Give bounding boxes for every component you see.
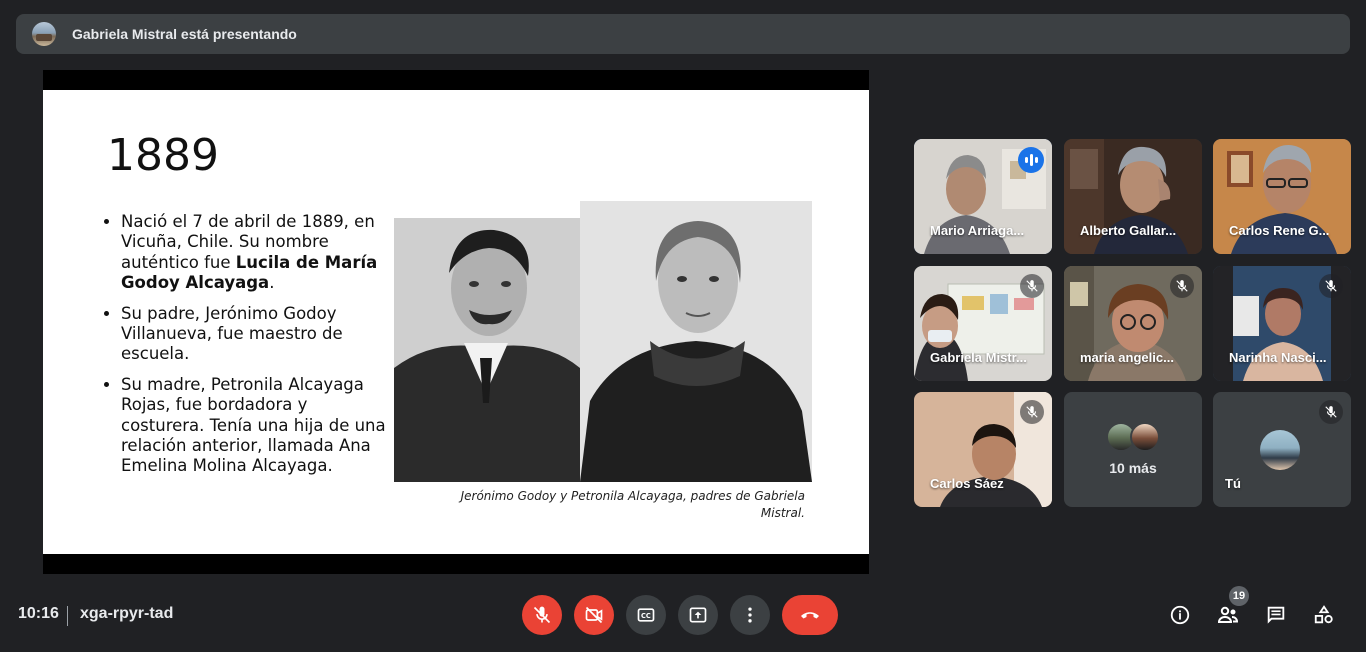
mic-off-icon	[1319, 274, 1343, 298]
info-icon	[1170, 605, 1190, 625]
more-participants-label: 10 más	[1109, 460, 1157, 476]
presenting-banner: Gabriela Mistral está presentando	[16, 14, 1350, 54]
participant-tile-alberto[interactable]: Alberto Gallar...	[1064, 139, 1202, 254]
leave-call-button[interactable]	[782, 595, 838, 635]
participant-name: Carlos Rene G...	[1229, 223, 1330, 238]
participant-tile-mario[interactable]: Mario Arriaga...	[914, 139, 1052, 254]
mic-off-icon	[533, 606, 551, 624]
participant-count-badge: 19	[1229, 586, 1249, 606]
mic-off-icon	[1319, 400, 1343, 424]
divider	[67, 606, 68, 626]
bullet-mother: Su madre, Petronila Alcayaga Rojas, fue …	[121, 375, 389, 477]
participant-name: Alberto Gallar...	[1080, 223, 1177, 238]
self-avatar	[1260, 430, 1300, 470]
bullet-birth: Nació el 7 de abril de 1889, en Vicuña, …	[121, 212, 389, 294]
chat-button[interactable]	[1263, 602, 1289, 628]
shapes-icon	[1314, 605, 1333, 624]
present-now-button[interactable]	[678, 595, 718, 635]
avatar	[1130, 422, 1160, 452]
meeting-details-button[interactable]	[1167, 602, 1193, 628]
slide: 1889 Nació el 7 de abril de 1889, en Vic…	[43, 90, 869, 554]
participant-tile-gabriela[interactable]: Gabriela Mistr...	[914, 266, 1052, 381]
mic-toggle-button[interactable]	[522, 595, 562, 635]
more-options-button[interactable]	[730, 595, 770, 635]
participant-tile-carlos-rene[interactable]: Carlos Rene G...	[1213, 139, 1351, 254]
captions-button[interactable]: CC	[626, 595, 666, 635]
clock: 10:16	[18, 605, 59, 622]
present-icon	[689, 607, 707, 623]
more-vert-icon	[748, 607, 752, 623]
presenting-text: Gabriela Mistral está presentando	[72, 26, 297, 42]
participant-name: Gabriela Mistr...	[930, 350, 1027, 365]
bottom-bar: 10:16 xga-rpyr-tad CC 19	[0, 586, 1366, 638]
presentation-stage: 1889 Nació el 7 de abril de 1889, en Vic…	[43, 70, 869, 574]
camera-off-icon	[585, 606, 603, 624]
captions-icon: CC	[637, 608, 655, 622]
speaking-indicator-icon	[1018, 147, 1044, 173]
hang-up-icon	[801, 612, 819, 619]
mic-off-icon	[1020, 400, 1044, 424]
participant-name: Narinha Nasci...	[1229, 350, 1327, 365]
participant-tile-narinha[interactable]: Narinha Nasci...	[1213, 266, 1351, 381]
photo-mother	[580, 201, 812, 482]
svg-text:CC: CC	[641, 612, 651, 620]
photo-father	[394, 218, 580, 482]
slide-bullets: Nació el 7 de abril de 1889, en Vicuña, …	[103, 212, 389, 487]
self-label: Tú	[1225, 476, 1241, 491]
presenter-avatar	[32, 22, 56, 46]
bullet-father: Su padre, Jerónimo Godoy Villanueva, fue…	[121, 304, 389, 365]
photo-caption: Jerónimo Godoy y Petronila Alcayaga, pad…	[460, 489, 805, 520]
activities-button[interactable]	[1311, 602, 1337, 628]
participant-name: Carlos Sáez	[930, 476, 1004, 491]
slide-title: 1889	[107, 130, 219, 181]
self-tile[interactable]: Tú	[1213, 392, 1351, 507]
chat-icon	[1267, 606, 1285, 624]
participant-name: maria angelic...	[1080, 350, 1174, 365]
participant-tile-maria[interactable]: maria angelic...	[1064, 266, 1202, 381]
people-icon	[1217, 606, 1239, 623]
more-participants-tile[interactable]: 10 más	[1064, 392, 1202, 507]
meeting-code: xga-rpyr-tad	[80, 605, 174, 622]
mic-off-icon	[1020, 274, 1044, 298]
participant-name: Mario Arriaga...	[930, 223, 1025, 238]
mic-off-icon	[1170, 274, 1194, 298]
participant-tile-carlos-saez[interactable]: Carlos Sáez	[914, 392, 1052, 507]
camera-toggle-button[interactable]	[574, 595, 614, 635]
more-avatars	[1106, 422, 1160, 452]
